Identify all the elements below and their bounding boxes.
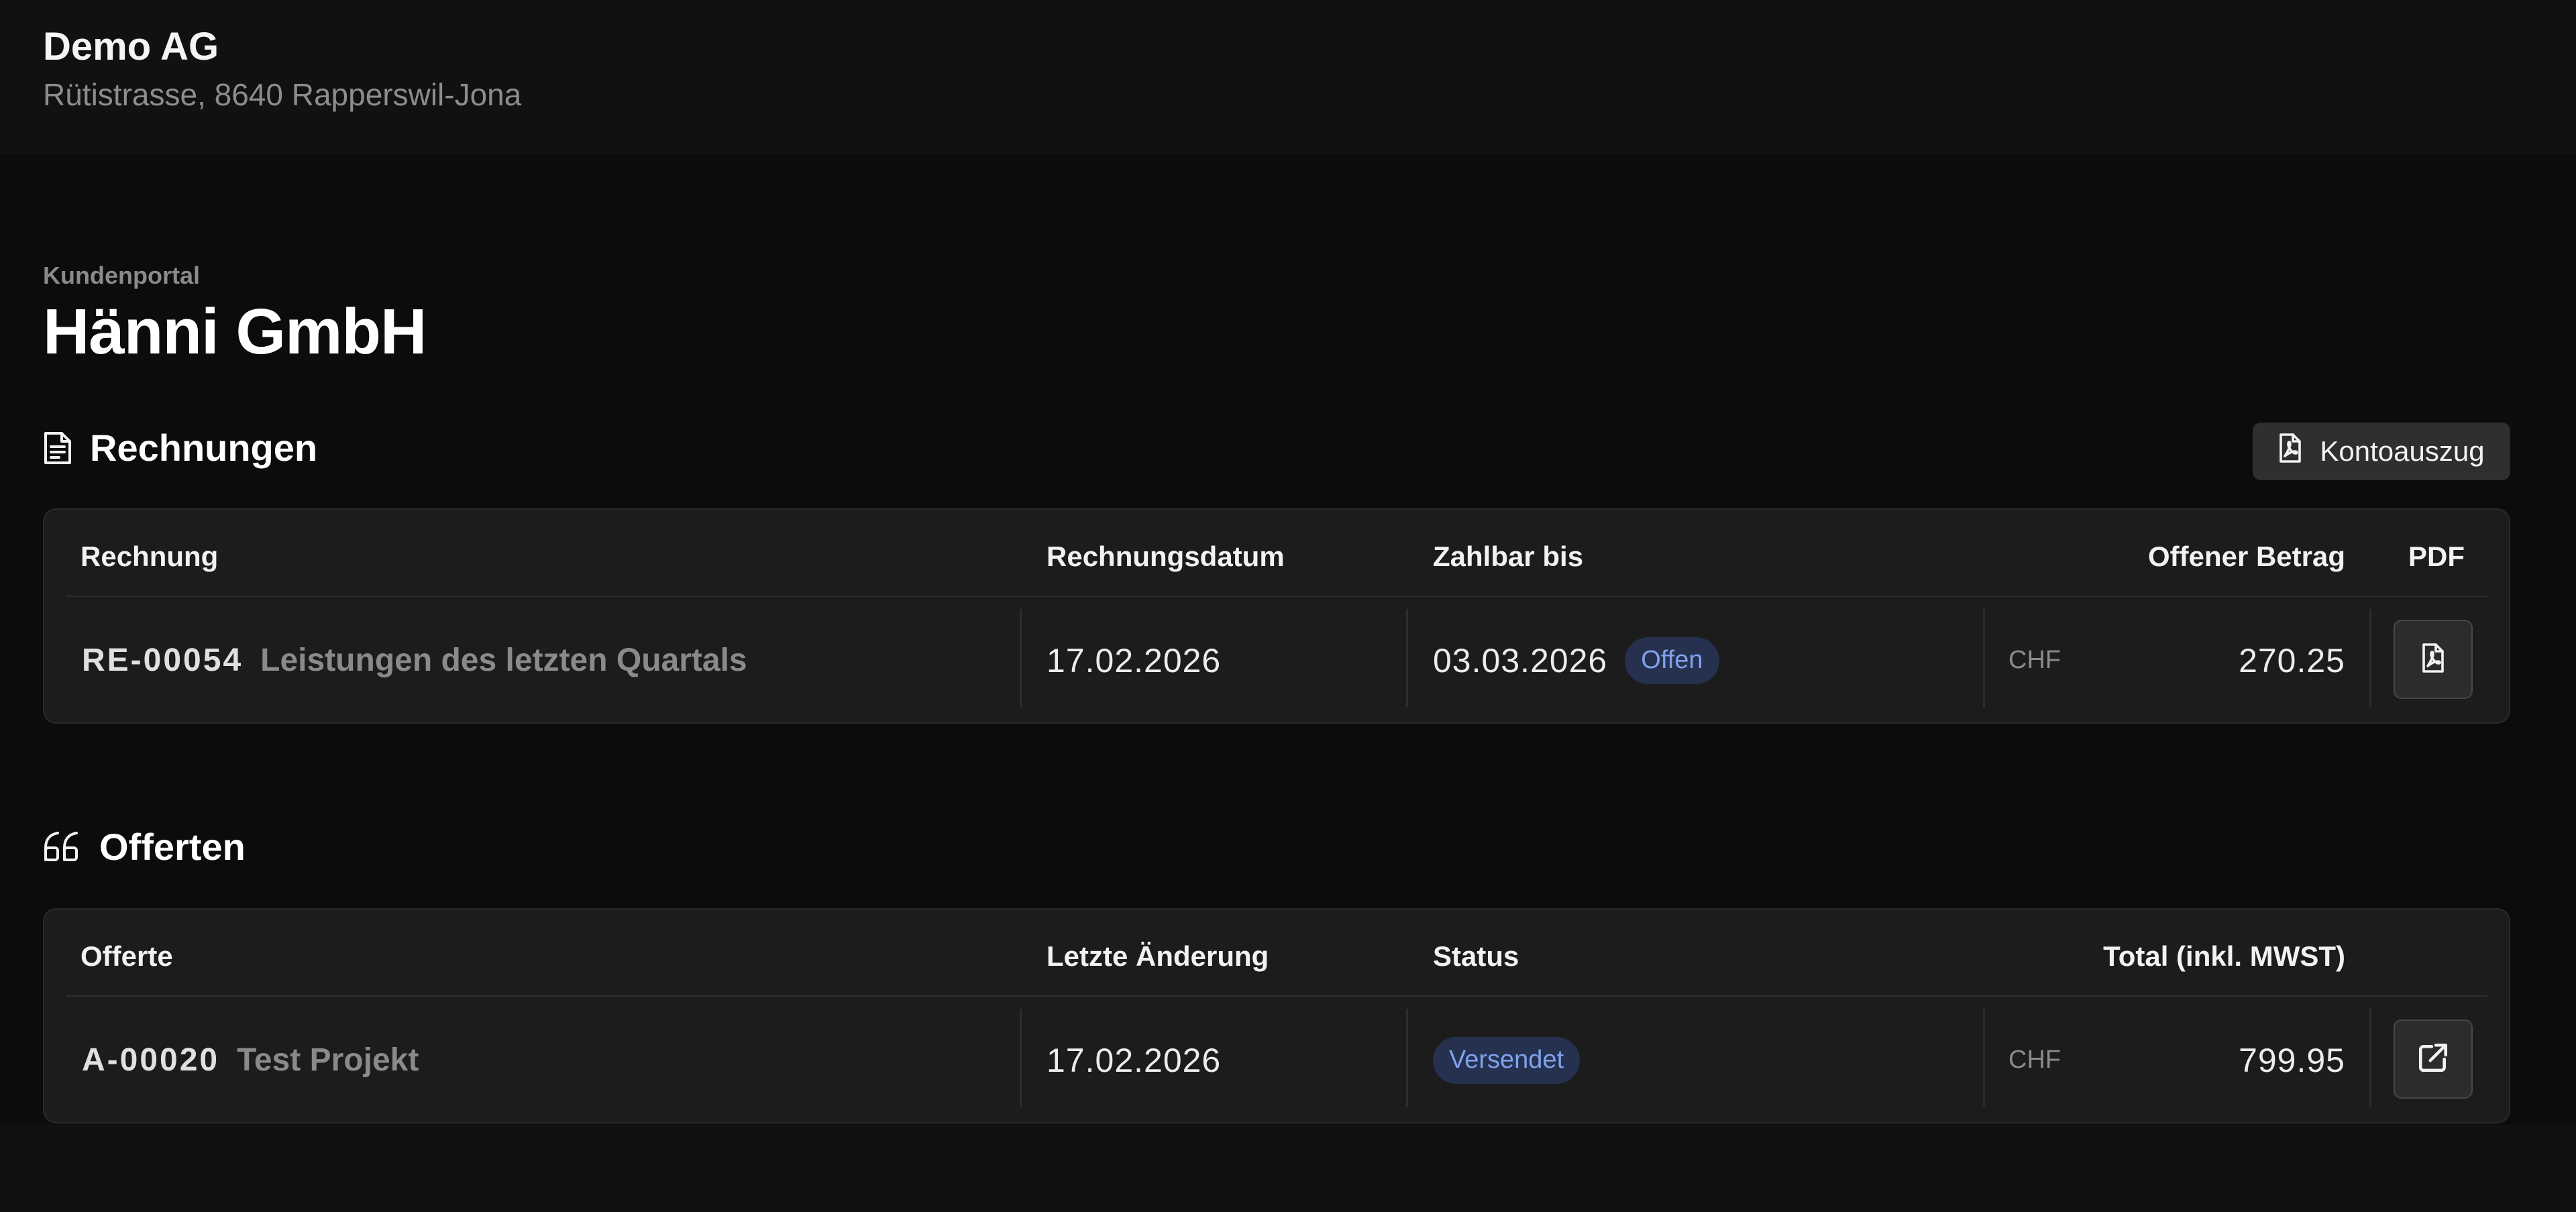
column-separator xyxy=(2369,609,2371,707)
offers-table: Offerte Letzte Änderung Status Total (in… xyxy=(43,908,2510,1123)
column-header-last-change: Letzte Änderung xyxy=(1046,940,1269,972)
status-badge: Versendet xyxy=(1433,1036,1580,1084)
external-link-icon xyxy=(2416,1041,2450,1078)
due-date-cell: 03.03.2026 Offen xyxy=(1433,597,1719,724)
quote-icon xyxy=(43,831,82,863)
account-statement-button[interactable]: Kontoauszug xyxy=(2253,423,2510,480)
offer-cell: A-00020 Test Projekt xyxy=(82,997,419,1123)
invoices-title: Rechnungen xyxy=(90,427,318,469)
invoice-number: RE-00054 xyxy=(82,643,244,678)
account-statement-label: Kontoauszug xyxy=(2320,435,2485,467)
invoice-date-cell: 17.02.2026 xyxy=(1046,597,1221,724)
amount-cell: 270.25 xyxy=(2239,597,2345,724)
company-address: Rütistrasse, 8640 Rapperswil-Jona xyxy=(43,77,522,112)
column-separator xyxy=(1020,1009,1022,1107)
offer-description: Test Projekt xyxy=(237,1042,419,1078)
column-header-due-date: Zahlbar bis xyxy=(1433,541,1584,572)
pdf-file-icon xyxy=(2278,433,2302,470)
status-cell: Versendet xyxy=(1433,997,1580,1123)
column-header-total: Total (inkl. MWST) xyxy=(2103,940,2345,972)
invoices-table: Rechnung Rechnungsdatum Zahlbar bis Offe… xyxy=(43,508,2510,724)
customer-portal-main: Kundenportal Hänni GmbH Rechnungen Konto… xyxy=(0,154,2576,1125)
pdf-file-icon xyxy=(2421,643,2445,676)
download-pdf-button[interactable] xyxy=(2394,620,2473,699)
column-separator xyxy=(1406,609,1408,707)
currency-label: CHF xyxy=(2008,1046,2061,1074)
column-separator xyxy=(2369,1009,2371,1107)
currency-cell: CHF xyxy=(2008,997,2061,1123)
offer-number: A-00020 xyxy=(82,1042,220,1078)
invoice-cell: RE-00054 Leistungen des letzten Quartals xyxy=(82,597,747,724)
column-separator xyxy=(1983,609,1985,707)
offers-title: Offerten xyxy=(99,826,246,868)
last-change-cell: 17.02.2026 xyxy=(1046,997,1221,1123)
page-footer xyxy=(0,1125,2576,1212)
invoice-description: Leistungen des letzten Quartals xyxy=(260,643,747,678)
open-amount: 270.25 xyxy=(2239,641,2345,679)
due-date: 03.03.2026 xyxy=(1433,641,1608,679)
column-header-offer: Offerte xyxy=(80,940,173,972)
total-amount: 799.95 xyxy=(2239,1041,2345,1079)
column-separator xyxy=(1406,1009,1408,1107)
invoice-date: 17.02.2026 xyxy=(1046,641,1222,679)
column-separator xyxy=(1020,609,1022,707)
open-offer-button[interactable] xyxy=(2394,1020,2473,1099)
invoices-section-header: Rechnungen xyxy=(43,426,317,470)
table-row[interactable]: A-00020 Test Projekt 17.02.2026 Versende… xyxy=(44,997,2509,1123)
last-change-date: 17.02.2026 xyxy=(1046,1041,1222,1079)
company-name: Demo AG xyxy=(43,25,219,68)
column-header-status: Status xyxy=(1433,940,1519,972)
column-header-invoice-date: Rechnungsdatum xyxy=(1046,541,1285,572)
portal-eyebrow: Kundenportal xyxy=(43,262,200,289)
column-header-pdf: PDF xyxy=(2408,541,2465,572)
currency-cell: CHF xyxy=(2008,597,2061,724)
table-row[interactable]: RE-00054 Leistungen des letzten Quartals… xyxy=(44,597,2509,724)
offers-table-header: Offerte Letzte Änderung Status Total (in… xyxy=(44,910,2509,995)
column-header-invoice: Rechnung xyxy=(80,541,219,572)
offers-section-header: Offerten xyxy=(43,825,246,869)
document-icon xyxy=(43,431,72,465)
currency-label: CHF xyxy=(2008,646,2061,674)
page-title: Hänni GmbH xyxy=(43,296,427,368)
column-separator xyxy=(1983,1009,1985,1107)
status-badge: Offen xyxy=(1625,637,1719,684)
column-header-open-amount: Offener Betrag xyxy=(2147,541,2345,572)
invoices-table-header: Rechnung Rechnungsdatum Zahlbar bis Offe… xyxy=(44,510,2509,596)
amount-cell: 799.95 xyxy=(2239,997,2345,1123)
company-header: Demo AG Rütistrasse, 8640 Rapperswil-Jon… xyxy=(0,0,2576,154)
